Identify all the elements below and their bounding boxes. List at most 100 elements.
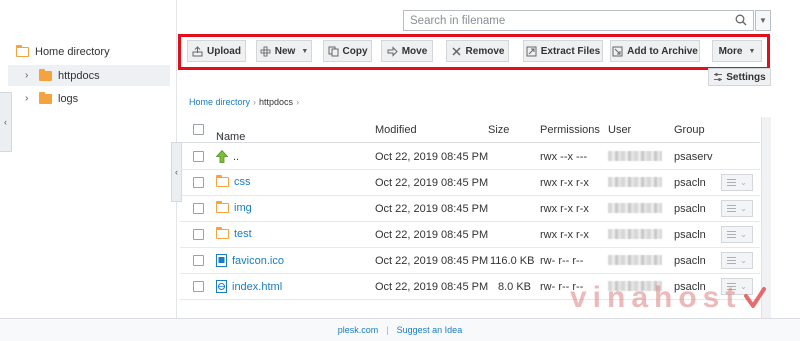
table-row[interactable]: favicon.ico Oct 22, 2019 08:45 PM 116.0 … xyxy=(180,248,760,274)
table-header: Name ↑ Modified Size Permissions User Gro… xyxy=(180,117,760,143)
chevron-right-icon[interactable]: › xyxy=(25,70,33,81)
file-name-cell[interactable]: test xyxy=(215,226,252,240)
row-actions-menu[interactable]: ⌄ xyxy=(721,226,753,243)
modified-cell: Oct 22, 2019 08:45 PM xyxy=(375,151,489,163)
checkmark-logo-icon xyxy=(744,287,767,308)
add-to-archive-label: Add to Archive xyxy=(627,45,698,57)
chevron-down-icon: ▼ xyxy=(301,47,309,55)
permissions-cell[interactable]: rwx --x --- xyxy=(540,151,587,163)
folder-icon xyxy=(15,44,29,57)
search-options-dropdown[interactable]: ▼ xyxy=(755,10,771,31)
tree-item-logs[interactable]: › logs xyxy=(8,88,170,109)
file-name-cell[interactable]: img xyxy=(215,200,252,214)
permissions-cell[interactable]: rw- r-- r-- xyxy=(540,255,583,267)
row-checkbox[interactable] xyxy=(193,255,204,266)
table-row[interactable]: .. Oct 22, 2019 08:45 PM rwx --x --- psa… xyxy=(180,144,760,170)
permissions-cell[interactable]: rwx r-x r-x xyxy=(540,203,589,215)
breadcrumb-current: httpdocs xyxy=(259,97,294,107)
column-header-user[interactable]: User xyxy=(608,124,631,136)
folder-icon xyxy=(215,200,229,213)
new-button[interactable]: New ▼ xyxy=(256,40,312,62)
size-cell: 116.0 KB xyxy=(490,255,535,267)
vinahost-watermark: vinahost xyxy=(570,281,767,315)
row-checkbox[interactable] xyxy=(193,229,204,240)
upload-icon xyxy=(192,45,203,56)
search-input[interactable] xyxy=(410,14,730,27)
remove-button[interactable]: Remove xyxy=(446,40,509,62)
copy-button[interactable]: Copy xyxy=(323,40,372,62)
file-name-cell[interactable]: css xyxy=(215,174,251,188)
move-label: Move xyxy=(401,45,428,57)
column-header-size[interactable]: Size xyxy=(488,124,509,136)
row-checkbox[interactable] xyxy=(193,151,204,162)
menu-icon xyxy=(727,257,737,264)
group-cell: psacln xyxy=(674,255,706,267)
tree-item-httpdocs[interactable]: › httpdocs xyxy=(8,65,170,86)
row-checkbox[interactable] xyxy=(193,177,204,188)
search-box xyxy=(403,10,754,31)
column-header-group[interactable]: Group xyxy=(674,124,705,136)
chevron-left-icon: ‹ xyxy=(4,117,7,127)
extract-files-button[interactable]: Extract Files xyxy=(523,40,603,62)
file-name-cell[interactable]: .. xyxy=(216,150,239,163)
select-all-checkbox[interactable] xyxy=(193,124,204,135)
file-name[interactable]: css xyxy=(234,176,251,188)
footer-suggest-idea-link[interactable]: Suggest an Idea xyxy=(397,325,463,335)
menu-icon xyxy=(727,179,737,186)
row-checkbox[interactable] xyxy=(193,203,204,214)
arrow-right-icon xyxy=(387,45,398,57)
sort-ascending-icon: ↑ xyxy=(219,131,224,141)
copy-label: Copy xyxy=(342,45,368,57)
extract-icon xyxy=(526,46,537,56)
file-name[interactable]: index.html xyxy=(232,281,282,293)
upload-label: Upload xyxy=(207,45,241,57)
more-button[interactable]: More ▼ xyxy=(712,40,762,62)
row-checkbox[interactable] xyxy=(193,281,204,292)
permissions-cell[interactable]: rwx r-x r-x xyxy=(540,177,589,189)
modified-cell: Oct 22, 2019 08:45 PM xyxy=(375,229,489,241)
table-row[interactable]: img Oct 22, 2019 08:45 PM rwx r-x r-x ps… xyxy=(180,196,760,222)
column-header-permissions[interactable]: Permissions xyxy=(540,124,600,136)
chevron-down-icon: ⌄ xyxy=(740,256,747,265)
breadcrumb-separator-icon: › xyxy=(296,97,300,107)
file-name: .. xyxy=(233,150,240,163)
file-name-cell[interactable]: index.html xyxy=(216,280,282,293)
column-header-modified[interactable]: Modified xyxy=(375,124,417,136)
plus-icon xyxy=(260,46,271,56)
tree-item-label: httpdocs xyxy=(58,69,100,82)
chevron-down-icon: ⌄ xyxy=(740,230,747,239)
row-actions-menu[interactable]: ⌄ xyxy=(721,200,753,217)
breadcrumb: Home directory › httpdocs › xyxy=(189,97,299,107)
archive-icon xyxy=(612,46,623,56)
tree-root-home-directory[interactable]: Home directory xyxy=(15,44,110,58)
chevron-down-icon: ▼ xyxy=(759,16,767,25)
add-to-archive-button[interactable]: Add to Archive xyxy=(610,40,700,62)
permissions-cell[interactable]: rwx r-x r-x xyxy=(540,229,589,241)
file-icon xyxy=(216,254,227,267)
extract-files-label: Extract Files xyxy=(540,45,601,57)
chevron-right-icon[interactable]: › xyxy=(25,93,33,104)
file-name[interactable]: favicon.ico xyxy=(232,255,284,267)
upload-button[interactable]: Upload xyxy=(187,40,246,62)
tree-item-label: logs xyxy=(58,92,79,105)
modified-cell: Oct 22, 2019 08:45 PM xyxy=(375,255,489,267)
row-actions-menu[interactable]: ⌄ xyxy=(721,252,753,269)
new-label: New xyxy=(274,45,296,57)
group-cell: psacln xyxy=(674,229,706,241)
settings-button[interactable]: Settings xyxy=(708,68,771,86)
table-row[interactable]: css Oct 22, 2019 08:45 PM rwx r-x r-x ps… xyxy=(180,170,760,196)
table-row[interactable]: test Oct 22, 2019 08:45 PM rwx r-x r-x p… xyxy=(180,222,760,248)
file-name-cell[interactable]: favicon.ico xyxy=(216,254,284,267)
size-cell: 8.0 KB xyxy=(498,281,532,293)
footer-plesk-link[interactable]: plesk.com xyxy=(338,325,379,335)
file-name[interactable]: img xyxy=(234,202,252,214)
menu-icon xyxy=(727,205,737,212)
search-icon[interactable] xyxy=(735,14,747,26)
file-name[interactable]: test xyxy=(234,228,252,240)
row-actions-menu[interactable]: ⌄ xyxy=(721,174,753,191)
breadcrumb-home-link[interactable]: Home directory xyxy=(189,97,250,107)
folder-icon xyxy=(39,68,52,81)
folder-icon xyxy=(215,174,229,187)
remove-label: Remove xyxy=(465,45,505,57)
move-button[interactable]: Move xyxy=(381,40,433,62)
